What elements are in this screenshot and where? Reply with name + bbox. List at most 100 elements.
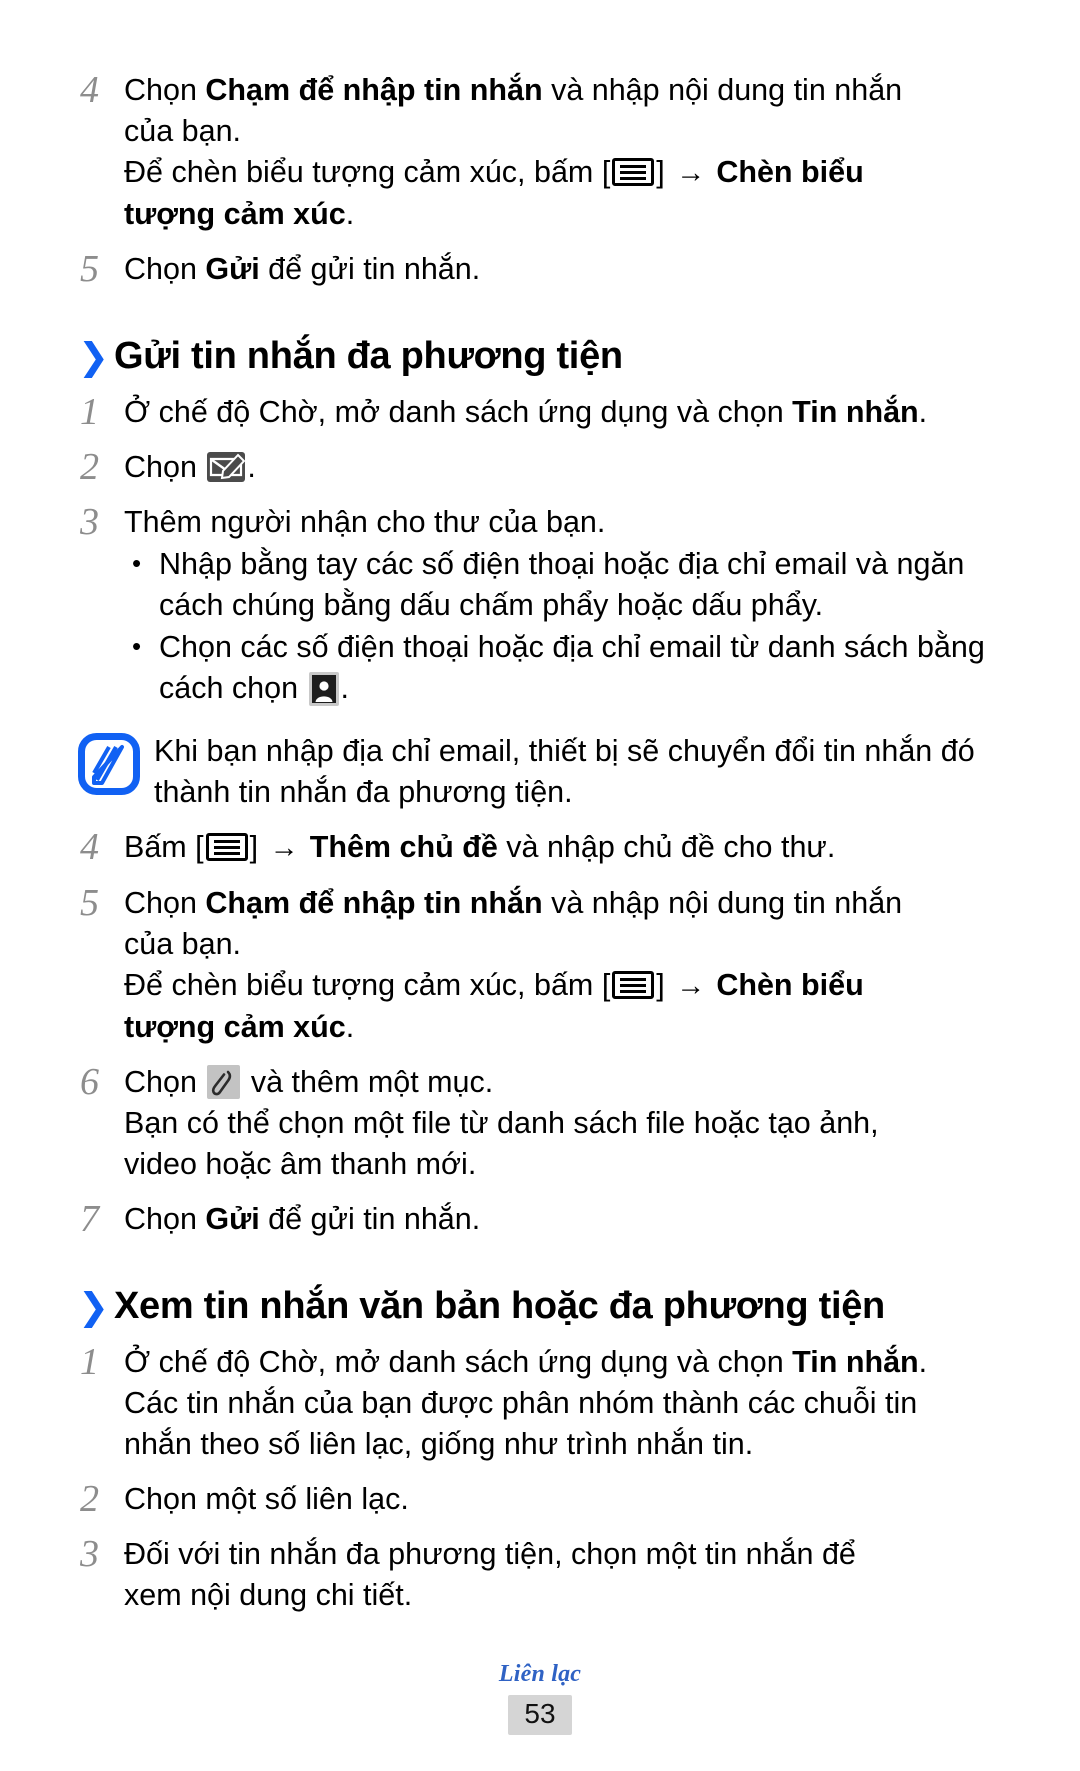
emphasis-text: tượng cảm xúc [124, 1010, 346, 1044]
menu-key-icon [205, 833, 248, 861]
body-text: Các tin nhắn của bạn được phân nhóm thàn… [124, 1386, 918, 1420]
body-text: ] [656, 968, 674, 1002]
step-line: Chọn một số liên lạc. [124, 1479, 1002, 1520]
body-text: Chọn các số điện thoại hoặc địa chỉ emai… [159, 630, 985, 705]
numbered-step: 3 Đối với tin nhắn đa phương tiện, chọn m… [78, 1534, 1002, 1616]
body-text: của bạn. [124, 927, 242, 961]
body-text: và thêm một mục. [242, 1065, 494, 1099]
section-heading-view: ❯ Xem tin nhắn văn bản hoặc đa phương ti… [78, 1284, 1002, 1328]
page-footer: Liên lạc 53 [0, 1661, 1080, 1735]
body-text: và nhập chủ đề cho thư. [497, 830, 836, 864]
emphasis-text: Thêm chủ đề [309, 830, 498, 864]
step-line: Ở chế độ Chờ, mở danh sách ứng dụng và c… [124, 392, 1002, 433]
note-callout: Khi bạn nhập địa chỉ email, thiết bị sẽ … [78, 731, 1002, 813]
step-number: 5 [80, 882, 99, 924]
page-number: 53 [508, 1695, 572, 1735]
step-body: Đối với tin nhắn đa phương tiện, chọn mộ… [124, 1534, 1002, 1616]
emphasis-text: Gửi [205, 1202, 260, 1236]
emphasis-text: Chạm để nhập tin nhắn [205, 73, 543, 107]
manual-page: 4 Chọn Chạm để nhập tin nhắn và nhập nội … [0, 0, 1080, 1771]
body-text: Chọn một số liên lạc. [124, 1482, 409, 1516]
body-text: video hoặc âm thanh mới. [124, 1147, 477, 1181]
body-text: Đối với tin nhắn đa phương tiện, chọn mộ… [124, 1537, 856, 1571]
step-number: 6 [80, 1061, 99, 1103]
body-text: và nhập nội dung tin nhắn [542, 73, 903, 107]
step-subline: tượng cảm xúc. [124, 194, 1002, 235]
step-line: Đối với tin nhắn đa phương tiện, chọn mộ… [124, 1534, 1002, 1575]
emphasis-text: Chèn biểu [716, 968, 864, 1002]
step-body: Chọn Gửi để gửi tin nhắn. [124, 1199, 1002, 1240]
step-line: Ở chế độ Chờ, mở danh sách ứng dụng và c… [124, 1342, 1002, 1383]
step-number: 4 [80, 69, 99, 111]
step-line: Chọn Gửi để gửi tin nhắn. [124, 249, 1002, 290]
step-line: của bạn. [124, 111, 1002, 152]
step-line: Chọn . [124, 447, 1002, 488]
step-body: Ở chế độ Chờ, mở danh sách ứng dụng và c… [124, 392, 1002, 433]
numbered-step: 2 Chọn . [78, 447, 1002, 488]
numbered-step: 5 Chọn Chạm để nhập tin nhắn và nhập nội … [78, 883, 1002, 1048]
numbered-step: 1 Ở chế độ Chờ, mở danh sách ứng dụng và … [78, 392, 1002, 433]
menu-key-icon [612, 158, 655, 186]
numbered-step: 5 Chọn Gửi để gửi tin nhắn. [78, 249, 1002, 290]
emphasis-text: Chạm để nhập tin nhắn [205, 886, 543, 920]
step-subline: Để chèn biểu tượng cảm xúc, bấm [] → Chè… [124, 965, 1002, 1007]
step-line: nhắn theo số liên lạc, giống như trình n… [124, 1424, 1002, 1465]
body-text: . [918, 1345, 928, 1379]
step-body: Bấm [] → Thêm chủ đề và nhập chủ đề cho … [124, 827, 1002, 869]
section-title-view: Xem tin nhắn văn bản hoặc đa phương tiện [114, 1285, 885, 1327]
body-text: ] [249, 830, 267, 864]
step-body: Chọn Gửi để gửi tin nhắn. [124, 249, 1002, 290]
body-text: Bấm [ [124, 830, 204, 864]
body-text: Để chèn biểu tượng cảm xúc, bấm [ [124, 155, 611, 189]
body-text: Chọn [124, 1065, 206, 1099]
body-text: . [345, 197, 355, 231]
body-text: . [340, 671, 349, 705]
body-text: Chọn [124, 886, 206, 920]
emphasis-text: tượng cảm xúc [124, 197, 346, 231]
compose-message-icon [207, 452, 246, 482]
steps-continued: 4 Chọn Chạm để nhập tin nhắn và nhập nội … [78, 70, 1002, 290]
numbered-step: 4 Bấm [] → Thêm chủ đề và nhập chủ đề cho… [78, 827, 1002, 869]
step-body: Chọn và thêm một mục. Bạn có thể chọn một… [124, 1062, 1002, 1185]
body-text: . [918, 395, 928, 429]
body-text: để gửi tin nhắn. [259, 1202, 481, 1236]
step-number: 1 [80, 391, 99, 433]
step-body: Ở chế độ Chờ, mở danh sách ứng dụng và c… [124, 1342, 1002, 1465]
step-body: Thêm người nhận cho thư của bạn. Nhập bằn… [124, 502, 1002, 709]
step-number: 5 [80, 248, 99, 290]
body-text: Ở chế độ Chờ, mở danh sách ứng dụng và c… [124, 395, 793, 429]
body-text: ] [656, 155, 674, 189]
step-line: Thêm người nhận cho thư của bạn. [124, 502, 1002, 543]
body-text: Chọn [124, 1202, 206, 1236]
emphasis-text: Gửi [205, 252, 260, 286]
emphasis-text: Tin nhắn [792, 1345, 919, 1379]
body-text: của bạn. [124, 114, 242, 148]
body-text: Chọn [124, 73, 206, 107]
section-heading-mms: ❯ Gửi tin nhắn đa phương tiện [78, 334, 1002, 378]
arrow-glyph: → [269, 832, 307, 864]
arrow-glyph: → [676, 157, 714, 189]
step-number: 2 [80, 1478, 99, 1520]
menu-key-icon [612, 971, 655, 999]
numbered-step: 7 Chọn Gửi để gửi tin nhắn. [78, 1199, 1002, 1240]
numbered-step: 1 Ở chế độ Chờ, mở danh sách ứng dụng và … [78, 1342, 1002, 1465]
step-subline: tượng cảm xúc. [124, 1007, 1002, 1048]
step-body: Chọn một số liên lạc. [124, 1479, 1002, 1520]
chevron-right-icon: ❯ [78, 336, 109, 377]
numbered-step: 3 Thêm người nhận cho thư của bạn. Nhập bằ… [78, 502, 1002, 709]
numbered-step: 4 Chọn Chạm để nhập tin nhắn và nhập nội … [78, 70, 1002, 235]
step-number: 4 [80, 826, 99, 868]
footer-chapter-label: Liên lạc [498, 1661, 582, 1687]
body-text: để gửi tin nhắn. [259, 252, 481, 286]
step-number: 7 [80, 1198, 99, 1240]
step-line: video hoặc âm thanh mới. [124, 1144, 1002, 1185]
body-text: Để chèn biểu tượng cảm xúc, bấm [ [124, 968, 611, 1002]
step-line: xem nội dung chi tiết. [124, 1575, 1002, 1616]
body-text: Nhập bằng tay các số điện thoại hoặc địa… [159, 547, 965, 622]
step-line: Chọn Gửi để gửi tin nhắn. [124, 1199, 1002, 1240]
body-text: xem nội dung chi tiết. [124, 1578, 413, 1612]
emphasis-text: Chèn biểu [716, 155, 864, 189]
body-text: Ở chế độ Chờ, mở danh sách ứng dụng và c… [124, 1345, 793, 1379]
chevron-right-icon: ❯ [78, 1286, 109, 1327]
body-text: nhắn theo số liên lạc, giống như trình n… [124, 1427, 754, 1461]
